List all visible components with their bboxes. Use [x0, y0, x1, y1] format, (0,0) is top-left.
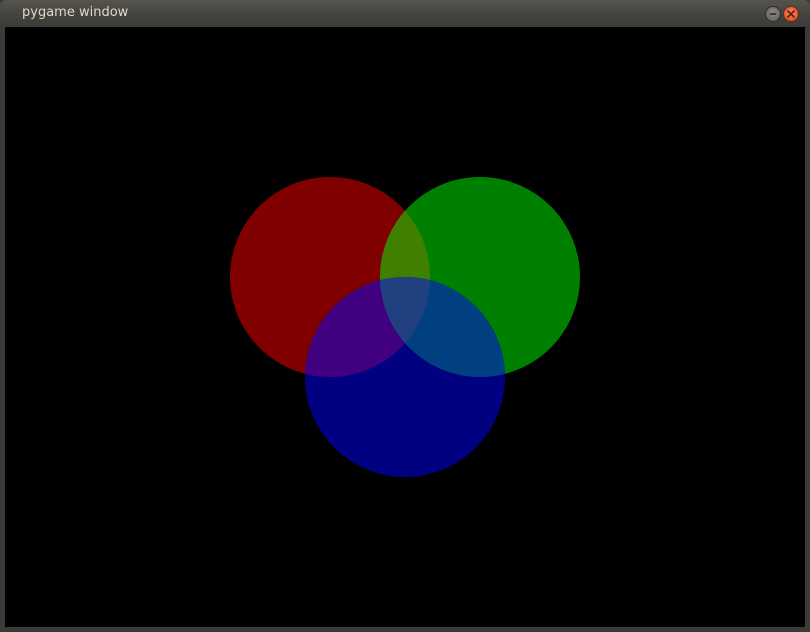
title-bar[interactable]: pygame window [0, 0, 810, 27]
window-title: pygame window [22, 5, 129, 20]
game-canvas[interactable] [5, 27, 805, 627]
close-icon [787, 10, 795, 18]
close-button[interactable] [783, 6, 799, 22]
pygame-window: pygame window [0, 0, 810, 632]
minimize-button[interactable] [765, 6, 781, 22]
circles-drawing [230, 177, 580, 477]
